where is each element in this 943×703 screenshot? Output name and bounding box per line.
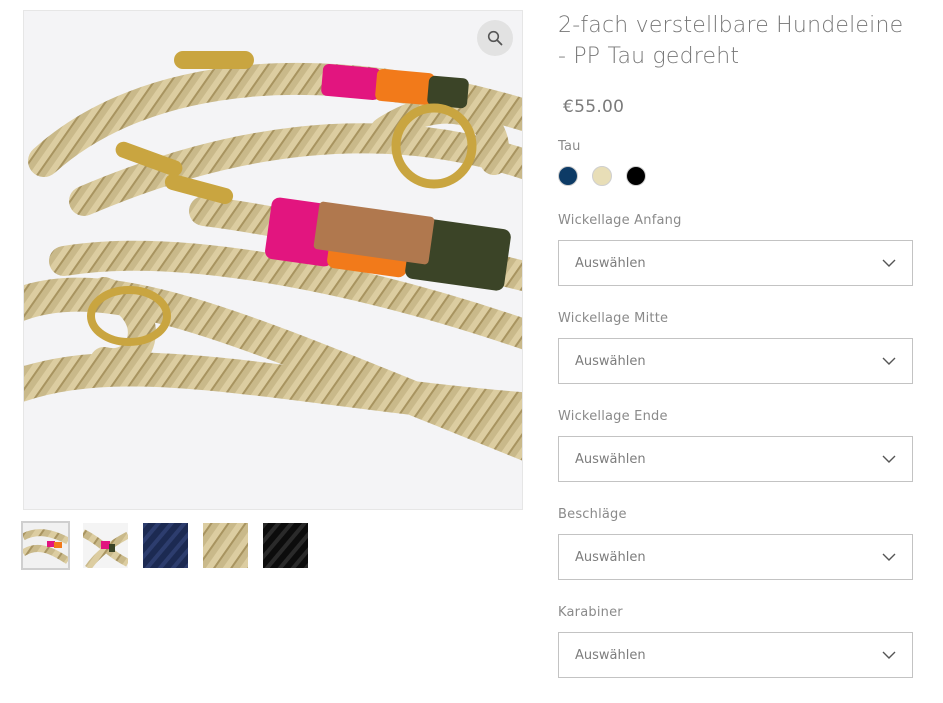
wickellage-ende-select[interactable]: Auswählen [558,436,913,482]
chevron-down-icon [882,259,896,267]
thumbnail-1[interactable] [21,521,70,570]
option-karabiner: Karabiner Auswählen [558,605,914,678]
option-label: Wickellage Mitte [558,311,669,326]
wickellage-mitte-select[interactable]: Auswählen [558,338,913,384]
product-page: 2-fach verstellbare Hundeleine - PP Tau … [0,0,943,703]
product-info: 2-fach verstellbare Hundeleine - PP Tau … [558,10,914,678]
product-price: €55.00 [563,97,625,117]
option-wickellage-mitte: Wickellage Mitte Auswählen [558,311,914,384]
chevron-down-icon [882,651,896,659]
wickellage-anfang-select[interactable]: Auswählen [558,240,913,286]
option-wickellage-anfang: Wickellage Anfang Auswählen [558,213,914,286]
color-swatches [558,166,914,186]
thumbnail-strip [21,521,523,570]
chevron-down-icon [882,357,896,365]
rope-color-label: Tau [558,139,581,154]
thumbnail-3[interactable] [143,523,188,568]
main-product-image[interactable] [23,10,523,510]
swatch-black[interactable] [626,166,646,186]
select-value: Auswählen [575,451,646,467]
option-label: Karabiner [558,605,623,620]
product-title: 2-fach verstellbare Hundeleine - PP Tau … [558,13,904,69]
option-beschlaege: Beschläge Auswählen [558,507,914,580]
zoom-button[interactable] [477,20,513,56]
product-gallery [21,10,523,570]
select-value: Auswählen [575,549,646,565]
magnifier-icon [487,30,503,46]
thumbnail-5[interactable] [263,523,308,568]
swatch-beige[interactable] [592,166,612,186]
option-label: Beschläge [558,507,627,522]
option-wickellage-ende: Wickellage Ende Auswählen [558,409,914,482]
thumbnail-2[interactable] [83,523,128,568]
swatch-navy[interactable] [558,166,578,186]
option-label: Wickellage Ende [558,409,668,424]
thumbnail-4[interactable] [203,523,248,568]
select-value: Auswählen [575,353,646,369]
chevron-down-icon [882,553,896,561]
beschlaege-select[interactable]: Auswählen [558,534,913,580]
select-value: Auswählen [575,255,646,271]
rope-leash-photo [24,11,522,509]
select-value: Auswählen [575,647,646,663]
chevron-down-icon [882,455,896,463]
karabiner-select[interactable]: Auswählen [558,632,913,678]
option-label: Wickellage Anfang [558,213,682,228]
